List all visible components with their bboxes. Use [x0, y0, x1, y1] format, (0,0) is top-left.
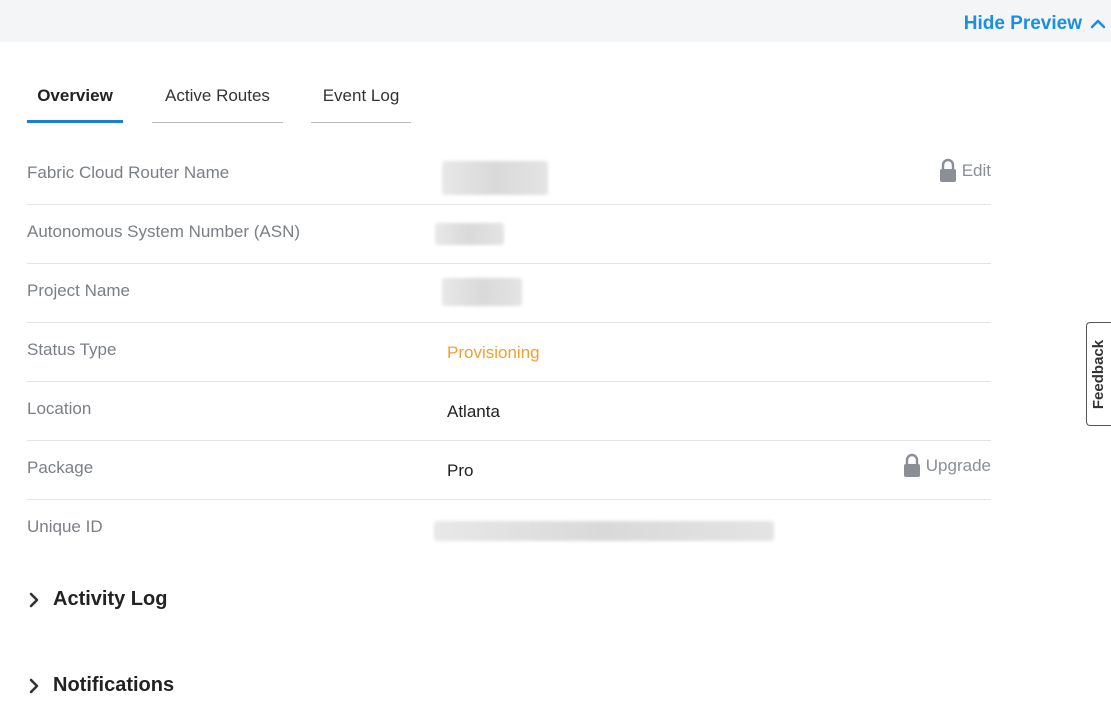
- detail-label: Status Type: [27, 340, 117, 359]
- notifications-section-toggle[interactable]: Notifications: [27, 674, 174, 697]
- detail-label: Location: [27, 399, 92, 418]
- location-value: Atlanta: [447, 402, 500, 421]
- detail-label: Unique ID: [27, 517, 103, 536]
- chevron-right-icon: [29, 592, 39, 607]
- feedback-label: Feedback: [1090, 339, 1108, 409]
- edit-label: Edit: [961, 161, 991, 180]
- upgrade-button[interactable]: Upgrade: [902, 453, 991, 479]
- detail-row-project-name: Project Name: [27, 264, 991, 323]
- redacted-value: [442, 278, 522, 306]
- tab-event-log-label: Event Log: [322, 86, 400, 105]
- detail-row-unique-id: Unique ID: [27, 500, 991, 558]
- hide-preview-label: Hide Preview: [963, 13, 1082, 34]
- tab-event-log[interactable]: Event Log: [311, 78, 411, 123]
- preview-header: Hide Preview: [0, 0, 1111, 42]
- detail-label: Fabric Cloud Router Name: [27, 163, 230, 182]
- detail-row-location: Location Atlanta: [27, 382, 991, 441]
- feedback-tab[interactable]: Feedback: [1086, 322, 1111, 426]
- tab-overview-label: Overview: [37, 86, 113, 105]
- package-value: Pro: [447, 461, 474, 480]
- status-value: Provisioning: [447, 343, 540, 362]
- hide-preview-button[interactable]: Hide Preview: [964, 10, 1106, 38]
- activity-log-section-toggle[interactable]: Activity Log: [27, 588, 167, 611]
- detail-row-asn: Autonomous System Number (ASN): [27, 205, 991, 264]
- tab-active-routes-label: Active Routes: [165, 86, 270, 105]
- detail-row-router-name: Fabric Cloud Router Name Edit: [27, 146, 991, 205]
- lock-icon: [939, 158, 956, 182]
- detail-label: Package: [27, 458, 94, 477]
- detail-row-status: Status Type Provisioning: [27, 323, 991, 382]
- chevron-up-icon: [1090, 19, 1106, 29]
- detail-row-package: Package Pro Upgrade: [27, 441, 991, 500]
- edit-button[interactable]: Edit: [938, 158, 991, 184]
- notifications-heading: Notifications: [53, 674, 175, 696]
- tab-active-routes[interactable]: Active Routes: [152, 78, 283, 123]
- lock-icon: [903, 453, 920, 477]
- tab-overview[interactable]: Overview: [27, 78, 123, 123]
- detail-label: Autonomous System Number (ASN): [27, 222, 301, 241]
- chevron-right-icon: [29, 678, 39, 693]
- redacted-value: [435, 223, 504, 245]
- upgrade-label: Upgrade: [925, 456, 991, 475]
- detail-label: Project Name: [27, 281, 130, 300]
- redacted-value: [434, 521, 774, 541]
- redacted-value: [442, 161, 548, 195]
- overview-details: Fabric Cloud Router Name Edit Autonomous…: [27, 146, 991, 558]
- activity-log-heading: Activity Log: [53, 588, 168, 610]
